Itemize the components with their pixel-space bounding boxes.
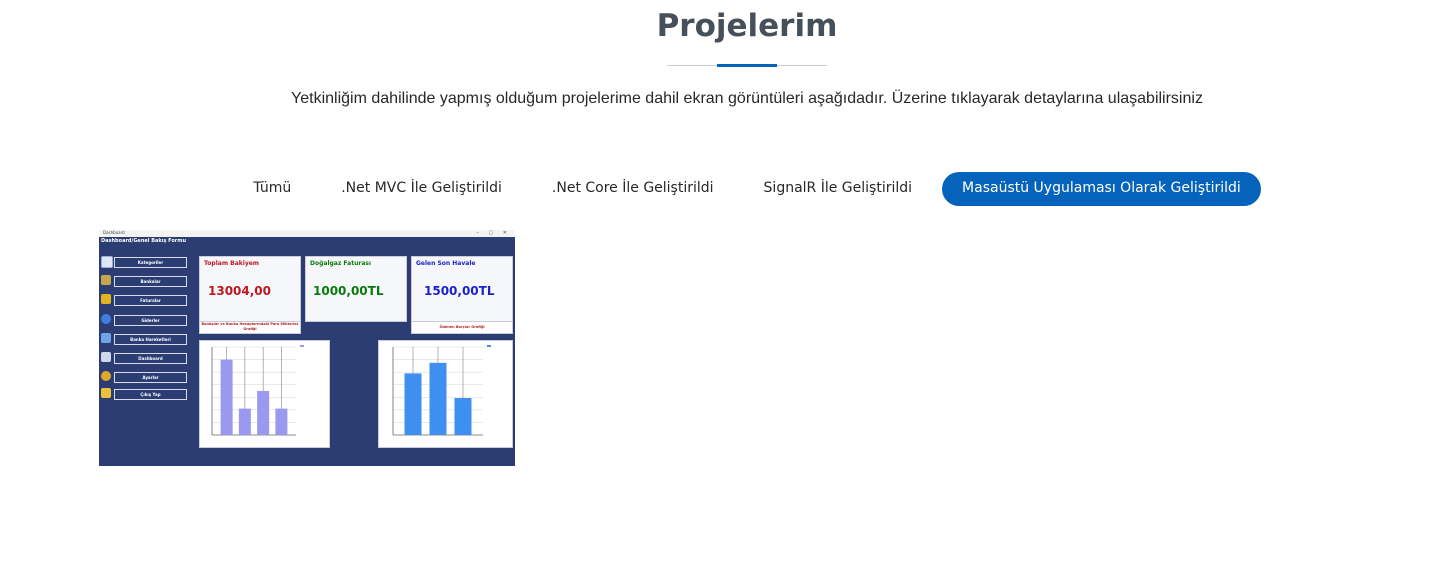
settings-icon xyxy=(101,371,111,381)
chart-banks-svg xyxy=(211,345,304,436)
card-title: Gelen Son Havale xyxy=(416,260,476,267)
menu-label: Çıkış Yap xyxy=(114,389,187,400)
card-total-balance: Toplam Bakiyem 13004,00 xyxy=(199,256,301,322)
bar xyxy=(429,362,447,435)
filter-signalr[interactable]: SignalR İle Geliştirildi xyxy=(744,172,933,206)
card-value: 13004,00 xyxy=(208,284,272,298)
filter-net-mvc[interactable]: .Net MVC İle Geliştirildi xyxy=(321,172,522,206)
menu-label: Kategoriler xyxy=(114,257,187,268)
menu-label: Giderler xyxy=(114,315,187,326)
calendar-icon xyxy=(101,256,113,268)
window-title: Dashboard xyxy=(103,230,125,235)
bar xyxy=(275,408,288,435)
chart-banks xyxy=(199,340,330,448)
menu-label: Ayarlar xyxy=(114,372,187,383)
chart-bills-svg xyxy=(392,345,491,436)
chart-caption-bills: Ödenen Borçlar Grafiği xyxy=(411,321,513,334)
chart-bills xyxy=(378,340,513,448)
window-titlebar: Dashboard – ▢ ✕ xyxy=(99,230,515,237)
invoice-icon xyxy=(101,294,111,304)
filter-net-core[interactable]: .Net Core İle Geliştirildi xyxy=(532,172,734,206)
menu-label: Bankalar xyxy=(114,276,187,287)
bank-icon xyxy=(101,275,111,285)
bar xyxy=(454,398,472,435)
card-value: 1000,00TL xyxy=(313,284,384,298)
bar xyxy=(257,391,270,435)
card-title: Toplam Bakiyem xyxy=(204,260,260,267)
bar xyxy=(404,373,422,435)
expense-icon xyxy=(101,314,111,324)
chart-caption-banks: Bankalar ve Banka Hesaplarındaki Para Mi… xyxy=(199,321,301,334)
card-last-transfer: Gelen Son Havale 1500,00TL xyxy=(411,256,513,322)
filter-all[interactable]: Tümü xyxy=(233,172,311,206)
title-divider-accent xyxy=(717,64,777,67)
menu-label: Banka Hareketleri xyxy=(114,334,187,345)
card-gas-bill: Doğalgaz Faturası 1000,00TL xyxy=(305,256,407,322)
section-subtitle: Yetkinliğim dahilinde yapmış olduğum pro… xyxy=(291,90,1203,107)
transactions-icon xyxy=(101,333,111,343)
dashboard-icon xyxy=(101,352,111,362)
portfolio-filters: Tümü .Net MVC İle Geliştirildi .Net Core… xyxy=(0,172,1438,206)
form-title: Dashboard/Genel Bakış Formu xyxy=(101,238,187,244)
window-controls: – ▢ ✕ xyxy=(476,230,511,236)
section-title: Projelerim xyxy=(656,8,838,44)
legend-swatch xyxy=(300,345,304,347)
card-value: 1500,00TL xyxy=(424,284,495,298)
bar xyxy=(220,359,233,435)
menu-label: Dashboard xyxy=(114,353,187,364)
legend-swatch xyxy=(487,345,491,347)
filter-desktop-app[interactable]: Masaüstü Uygulaması Olarak Geliştirildi xyxy=(942,172,1261,206)
logout-icon xyxy=(101,388,111,398)
card-title: Doğalgaz Faturası xyxy=(310,260,371,267)
project-thumbnail[interactable]: Dashboard – ▢ ✕ Dashboard/Genel Bakış Fo… xyxy=(99,230,515,466)
menu-label: Faturalar xyxy=(114,295,187,306)
bar xyxy=(238,408,251,435)
